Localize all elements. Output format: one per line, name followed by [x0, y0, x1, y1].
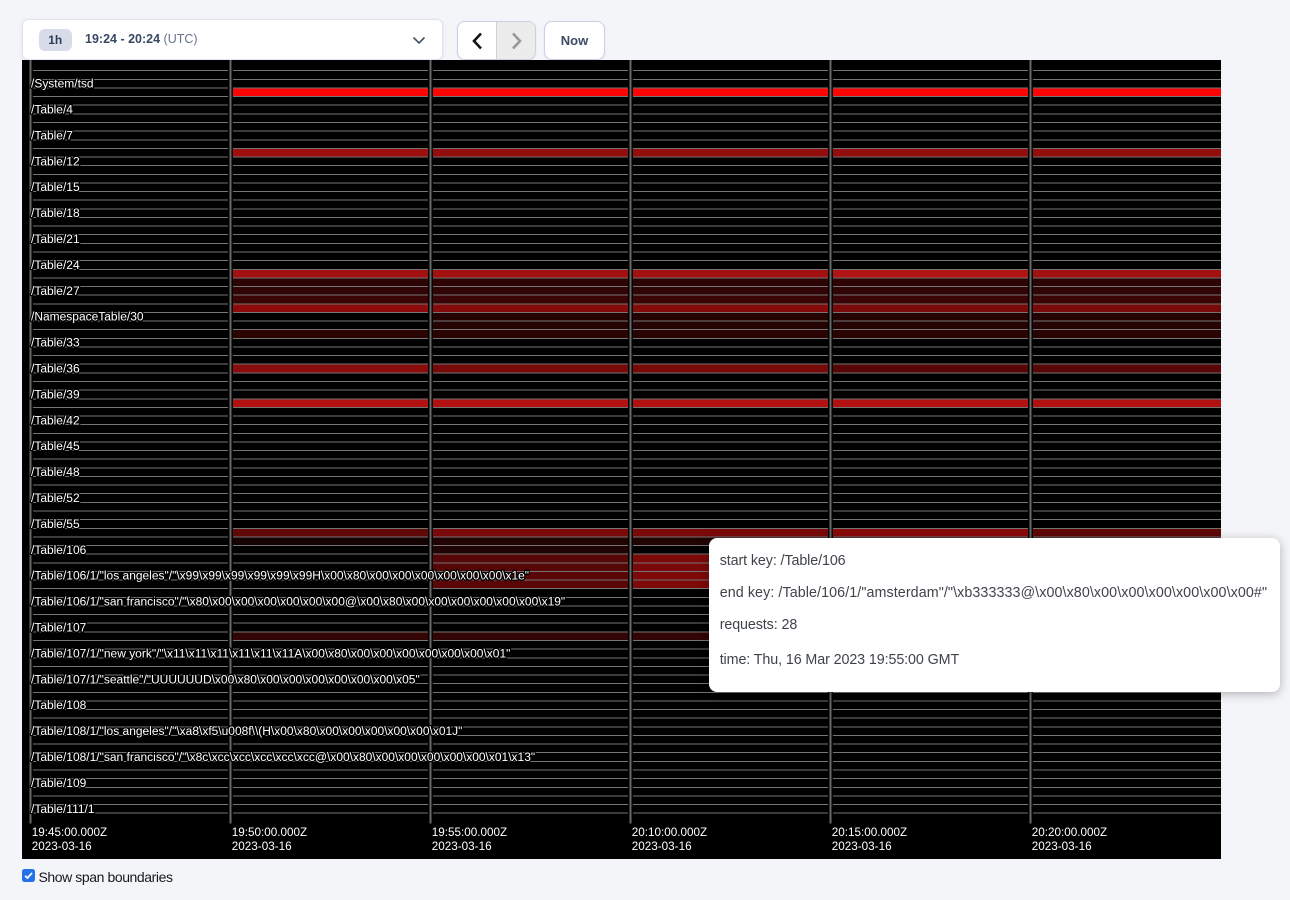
svg-text:20:15:00.000Z: 20:15:00.000Z: [832, 826, 907, 839]
svg-text:2023-03-16: 2023-03-16: [632, 840, 692, 853]
svg-text:/Table/12: /Table/12: [31, 155, 80, 169]
svg-text:/Table/107: /Table/107: [31, 621, 87, 635]
svg-text:/Table/27: /Table/27: [31, 284, 80, 298]
svg-text:/Table/7: /Table/7: [31, 129, 73, 143]
svg-text:/Table/107/1/"new york"/"\x11\: /Table/107/1/"new york"/"\x11\x11\x11\x1…: [31, 647, 510, 661]
svg-text:/Table/21: /Table/21: [31, 232, 80, 246]
svg-text:2023-03-16: 2023-03-16: [232, 840, 292, 853]
svg-text:/Table/108/1/"san francisco"/": /Table/108/1/"san francisco"/"\x8c\xcc\x…: [31, 750, 535, 764]
svg-text:/Table/106: /Table/106: [31, 543, 87, 557]
svg-text:/Table/109: /Table/109: [31, 776, 87, 790]
svg-text:19:45:00.000Z: 19:45:00.000Z: [32, 826, 107, 839]
svg-text:/Table/108/1/"los angeles"/"\x: /Table/108/1/"los angeles"/"\xa8\xf5\u00…: [31, 724, 462, 738]
svg-text:2023-03-16: 2023-03-16: [32, 840, 92, 853]
svg-text:/Table/106/1/"los angeles"/"\x: /Table/106/1/"los angeles"/"\x99\x99\x99…: [31, 569, 529, 583]
svg-text:/Table/55: /Table/55: [31, 517, 80, 531]
svg-text:/Table/111/1: /Table/111/1: [31, 802, 95, 816]
svg-text:20:20:00.000Z: 20:20:00.000Z: [1032, 826, 1107, 839]
svg-text:/Table/24: /Table/24: [31, 258, 80, 272]
svg-text:/Table/42: /Table/42: [31, 414, 80, 428]
svg-text:/Table/108: /Table/108: [31, 698, 87, 712]
svg-text:/Table/18: /Table/18: [31, 206, 80, 220]
svg-text:2023-03-16: 2023-03-16: [832, 840, 892, 853]
svg-text:/Table/15: /Table/15: [31, 180, 80, 194]
svg-text:/Table/39: /Table/39: [31, 388, 80, 402]
svg-text:19:50:00.000Z: 19:50:00.000Z: [232, 826, 307, 839]
svg-text:/NamespaceTable/30: /NamespaceTable/30: [31, 310, 144, 324]
svg-text:/Table/48: /Table/48: [31, 465, 80, 479]
svg-text:/Table/107/1/"seattle"/"UUUUUU: /Table/107/1/"seattle"/"UUUUUUD\x00\x80\…: [31, 673, 420, 687]
svg-text:2023-03-16: 2023-03-16: [432, 840, 492, 853]
svg-text:/Table/4: /Table/4: [31, 103, 73, 117]
svg-text:/System/tsd: /System/tsd: [31, 77, 94, 91]
svg-text:/Table/106/1/"san francisco"/": /Table/106/1/"san francisco"/"\x80\x00\x…: [31, 595, 565, 609]
svg-text:19:55:00.000Z: 19:55:00.000Z: [432, 826, 507, 839]
svg-text:/Table/45: /Table/45: [31, 439, 80, 453]
svg-text:2023-03-16: 2023-03-16: [1032, 840, 1092, 853]
svg-text:/Table/52: /Table/52: [31, 491, 80, 505]
svg-text:/Table/36: /Table/36: [31, 362, 80, 376]
svg-text:20:10:00.000Z: 20:10:00.000Z: [632, 826, 707, 839]
svg-text:/Table/33: /Table/33: [31, 336, 80, 350]
